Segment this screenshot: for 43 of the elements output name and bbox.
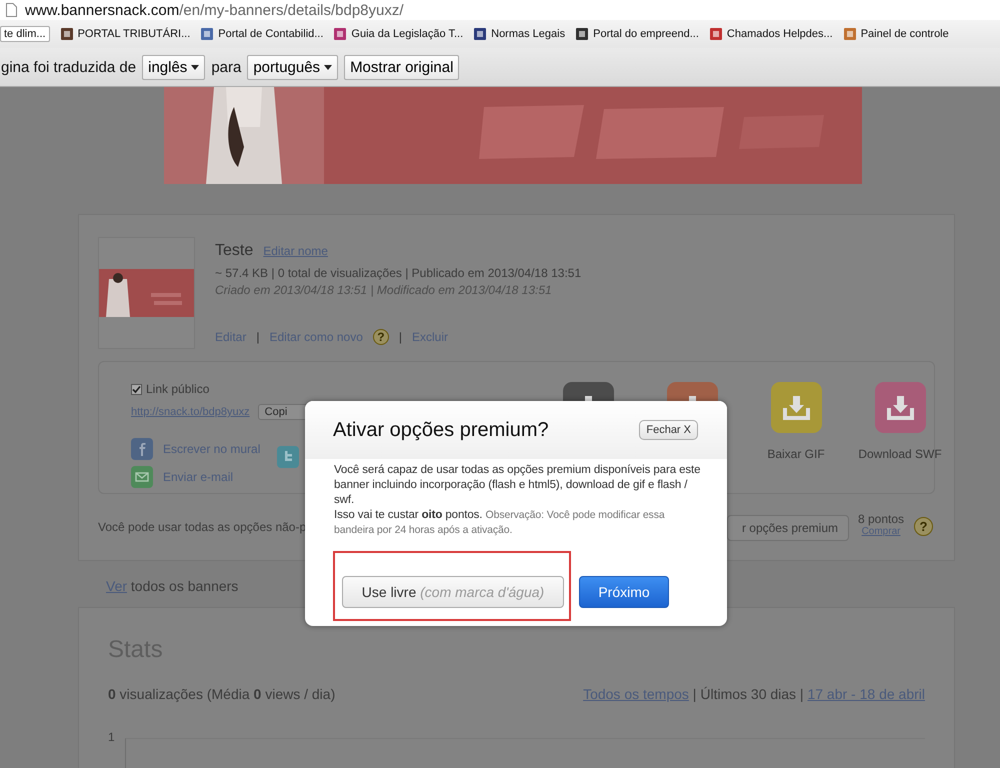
bookmark-item[interactable]: Normas Legais: [473, 27, 566, 41]
translate-label: para: [211, 58, 242, 76]
facebook-icon: [131, 438, 153, 460]
bookmark-item[interactable]: PORTAL TRIBUTÁRI...: [60, 27, 190, 41]
close-button[interactable]: Fechar X: [639, 420, 698, 440]
bookmark-item[interactable]: Chamados Helpdes...: [708, 27, 833, 41]
checkbox-label: Link público: [146, 382, 210, 396]
checkbox[interactable]: [131, 384, 142, 394]
bookmark-item[interactable]: Painel de controle: [842, 27, 949, 41]
cost-text: Isso vai te custar oito pontos. Observação: Você pode modificar essa bandeira por 24 horas após a ativação.: [334, 508, 666, 538]
translate-message: gina foi traduzida de: [1, 58, 136, 76]
range-text: Últimos 30 dias: [700, 686, 796, 702]
show-original-button[interactable]: Mostrar original: [344, 54, 460, 80]
separator-text: |: [398, 330, 402, 344]
banner-meta: ~ 57.4 KB | 0 total de visualizações | Publicado em 2013/04/18 13:51: [215, 266, 582, 280]
separator-text: |: [256, 330, 260, 344]
page-icon: [6, 3, 17, 17]
language-select[interactable]: inglês: [142, 54, 206, 80]
banner-title: Teste: [215, 242, 254, 260]
separator-text: |: [798, 686, 805, 702]
help-icon[interactable]: ?: [914, 517, 933, 536]
points-text: 8 pontos: [858, 512, 904, 526]
bookmark-item[interactable]: te dlim...: [0, 26, 50, 42]
use-free-button[interactable]: Use livre (com marca d'água): [342, 576, 564, 608]
next-button[interactable]: Próximo: [579, 576, 669, 608]
axis-tick-label: 1: [108, 730, 115, 746]
separator-text: |: [692, 686, 698, 702]
bookmark-item[interactable]: Portal de Contabilid...: [200, 27, 324, 41]
premium-info-text: Você pode usar todas as opções não-p: [98, 520, 306, 534]
view-all-text: todos os banners: [130, 578, 238, 594]
dialog-title: Ativar opções premium?: [333, 418, 549, 442]
language-select[interactable]: português: [247, 54, 338, 80]
bookmark-item[interactable]: Guia da Legislação T...: [333, 27, 464, 41]
help-icon[interactable]: ?: [372, 329, 389, 345]
dialog-text: Você será capaz de usar todas as opções premium disponíveis para este banner incluindo incorporação (flash e html5), download de gif e flash / swf.: [334, 463, 702, 508]
premium-button[interactable]: r opções premium: [727, 515, 849, 541]
caret-icon: [191, 64, 200, 70]
mail-icon: [131, 466, 153, 488]
views-summary: 0 visualizações (Média 0 views / dia): [108, 686, 336, 702]
download-tile[interactable]: Baixar GIF: [744, 382, 848, 461]
bookmark-item[interactable]: Portal do empreend...: [575, 27, 699, 41]
caret-icon: [324, 64, 332, 70]
download-tile[interactable]: Download SWF: [848, 382, 952, 461]
